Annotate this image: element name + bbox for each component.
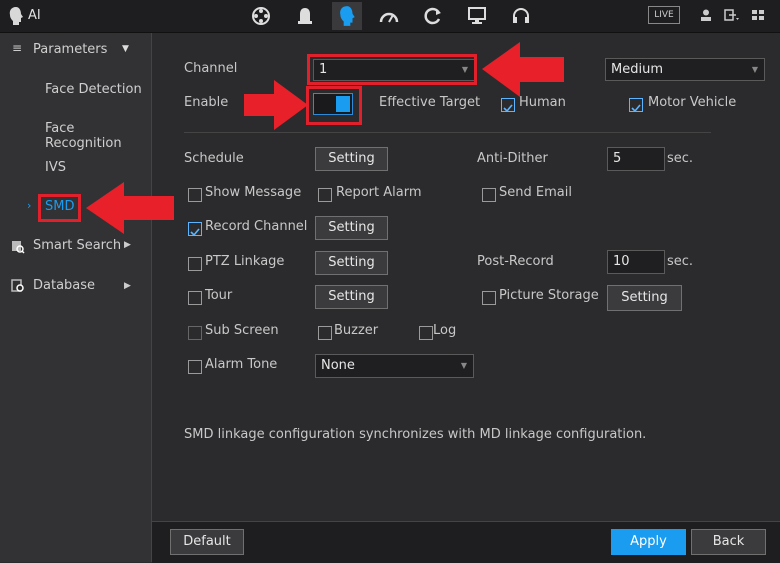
sidebar-item-ivs[interactable]: IVS [0,155,151,183]
back-button[interactable]: Back [691,529,766,555]
motor-vehicle-checkbox[interactable] [629,98,643,113]
record-channel-checkbox[interactable] [188,222,202,237]
sub-screen-checkbox[interactable] [188,326,202,340]
log-label: Log [433,323,457,338]
human-label: Human [519,95,566,110]
human-checkbox[interactable] [501,98,515,113]
buzzer-label: Buzzer [334,323,379,338]
chevron-right-icon: › [27,199,32,212]
check-icon [503,104,513,113]
post-record-input[interactable]: 10 [607,250,665,274]
record-channel-label: Record Channel [205,219,308,234]
sidebar-item-label: IVS [45,160,66,175]
caret-right-icon: ▶ [124,281,131,291]
default-button[interactable]: Default [170,529,244,555]
picture-storage-label: Picture Storage [499,288,599,303]
schedule-label: Schedule [184,151,244,166]
anti-dither-label: Anti-Dither [477,151,548,166]
caret-down-icon: ▼ [460,361,467,370]
check-icon [631,104,641,113]
enable-toggle[interactable] [313,93,353,115]
sidebar-item-label: Face Recognition [45,121,122,151]
list-icon: ≡ [12,41,23,55]
anti-dither-input[interactable]: 5 [607,147,665,171]
report-alarm-checkbox[interactable] [318,188,332,202]
sidebar-item-database[interactable]: Database ▶ [0,273,151,301]
check-icon [190,228,200,237]
logout-icon[interactable] [724,9,742,21]
picture-storage-setting-button[interactable]: Setting [607,285,682,311]
post-record-label: Post-Record [477,254,554,269]
sidebar: ≡ Parameters ▼ Face Detection Face Recog… [0,33,152,562]
channel-value: 1 [319,62,328,77]
ptz-linkage-label: PTZ Linkage [205,254,285,269]
enable-label: Enable [184,95,229,110]
sensitivity-select[interactable]: Medium ▼ [605,58,765,81]
send-email-label: Send Email [499,185,572,200]
linkage-note: SMD linkage configuration synchronizes w… [184,427,647,442]
arrow-left-icon [86,182,174,234]
gauge-icon[interactable] [374,2,404,30]
sub-screen-label: Sub Screen [205,323,279,338]
ai-head-icon [9,7,23,25]
sidebar-item-label: Smart Search [33,238,122,253]
search-icon [12,241,25,254]
alarm-tone-value: None [321,358,355,373]
apply-button[interactable]: Apply [611,529,686,555]
footer-bar: Default Apply Back [152,521,780,563]
record-channel-setting-button[interactable]: Setting [315,216,388,240]
anti-dither-unit: sec. [667,151,694,166]
show-message-label: Show Message [205,185,302,200]
tour-setting-button[interactable]: Setting [315,285,388,309]
arrow-right-icon [244,80,308,130]
caret-down-icon: ▼ [751,65,758,74]
film-reel-icon[interactable] [246,2,276,30]
sidebar-item-label: SMD [45,199,75,214]
sidebar-item-face-detection[interactable]: Face Detection [0,77,151,105]
sidebar-item-label: Face Detection [45,82,142,97]
buzzer-checkbox[interactable] [318,326,332,340]
alarm-tone-checkbox[interactable] [188,360,202,374]
channel-select[interactable]: 1 ▼ [313,59,475,81]
sensitivity-value: Medium [611,62,663,77]
arrow-left-icon [482,42,564,97]
tour-label: Tour [205,288,233,303]
user-icon[interactable] [700,9,712,21]
sidebar-item-parameters[interactable]: ≡ Parameters ▼ [0,39,151,67]
database-icon [11,279,24,292]
show-message-checkbox[interactable] [188,188,202,202]
alarm-tone-select[interactable]: None ▼ [315,354,474,378]
send-email-checkbox[interactable] [482,188,496,202]
channel-label: Channel [184,61,238,76]
toggle-knob [336,96,350,112]
tour-checkbox[interactable] [188,291,202,305]
menu-grid-icon[interactable] [752,9,766,21]
headset-icon[interactable] [506,2,536,30]
monitor-icon[interactable] [462,2,492,30]
sidebar-item-smart-search[interactable]: Smart Search ▶ [0,234,151,262]
top-bar: AI LIVE [0,0,780,33]
app-title: AI [28,8,41,23]
sidebar-item-face-recognition[interactable]: Face Recognition [0,116,151,151]
sidebar-item-label: Parameters [33,42,108,57]
caret-down-icon: ▼ [461,65,468,74]
ptz-linkage-setting-button[interactable]: Setting [315,251,388,275]
log-checkbox[interactable] [419,326,433,340]
divider [184,132,711,133]
sidebar-item-label: Database [33,278,96,293]
schedule-setting-button[interactable]: Setting [315,147,388,171]
report-alarm-label: Report Alarm [336,185,422,200]
refresh-icon[interactable] [418,2,448,30]
bell-icon[interactable] [290,2,320,30]
caret-right-icon: ▶ [124,240,131,250]
alarm-tone-label: Alarm Tone [205,357,278,372]
effective-target-label: Effective Target [379,95,481,110]
ptz-linkage-checkbox[interactable] [188,257,202,271]
motor-vehicle-label: Motor Vehicle [648,95,737,110]
ai-head-icon[interactable] [332,2,362,30]
picture-storage-checkbox[interactable] [482,291,496,305]
live-button[interactable]: LIVE [648,6,680,24]
caret-down-icon: ▼ [122,44,129,54]
post-record-unit: sec. [667,254,694,269]
